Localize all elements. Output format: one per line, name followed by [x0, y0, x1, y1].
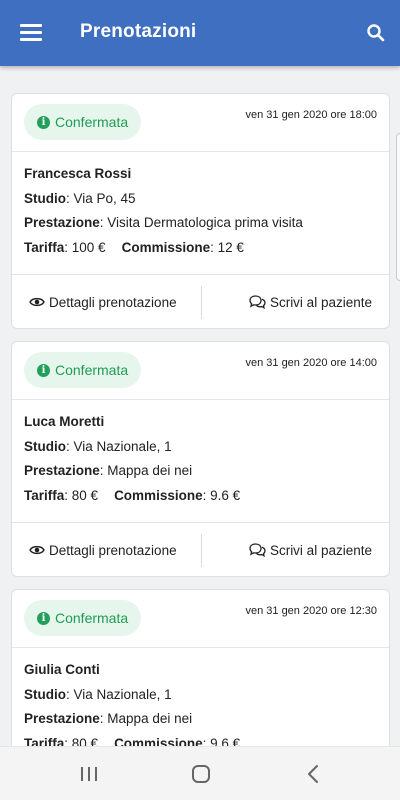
patient-name: Giulia Conti [24, 662, 100, 677]
booking-card: i Confermata ven 31 gen 2020 ore 18:00 F… [11, 93, 390, 329]
studio-label: Studio [24, 438, 66, 454]
details-button-label: Dettagli prenotazione [49, 542, 177, 558]
booking-card: i Confermata ven 31 gen 2020 ore 14:00 L… [11, 341, 390, 577]
booking-card-header: i Confermata ven 31 gen 2020 ore 12:30 [12, 590, 389, 648]
price-row: Tariffa: 80 € Commissione: 9.6 € [24, 732, 379, 747]
booking-card-header: i Confermata ven 31 gen 2020 ore 14:00 [12, 342, 389, 400]
commissione-label: Commissione [114, 735, 203, 747]
details-button[interactable]: Dettagli prenotazione [29, 285, 177, 319]
tariffa-value: 100 € [71, 239, 106, 255]
price-row: Tariffa: 100 € Commissione: 12 € [24, 239, 244, 255]
prestazione-label: Prestazione [24, 215, 100, 230]
booking-details: Luca Moretti Studio: Via Nazionale, 1 Pr… [24, 410, 379, 508]
prestazione-label: Prestazione [24, 463, 100, 478]
studio-value: Via Po, 45 [73, 190, 136, 206]
message-patient-button[interactable]: Scrivi al paziente [249, 285, 372, 319]
eye-icon [29, 545, 45, 555]
booking-details: Giulia Conti Studio: Via Nazionale, 1 Pr… [24, 658, 379, 746]
status-badge: i Confermata [24, 352, 142, 388]
info-icon: i [37, 363, 50, 377]
studio-value: Via Nazionale, 1 [73, 438, 172, 454]
app-bar: Prenotazioni [0, 0, 400, 66]
commissione-label: Commissione [114, 487, 203, 503]
studio-row: Studio: Via Nazionale, 1 [24, 438, 172, 454]
details-button-label: Dettagli prenotazione [49, 294, 177, 310]
home-icon[interactable] [189, 762, 213, 786]
studio-label: Studio [24, 190, 66, 206]
patient-name: Luca Moretti [24, 414, 105, 429]
commissione-label: Commissione [121, 239, 211, 255]
booking-datetime: ven 31 gen 2020 ore 12:30 [245, 605, 377, 617]
prestazione-value: Mappa dei nei [107, 463, 193, 478]
details-button[interactable]: Dettagli prenotazione [29, 533, 177, 567]
hamburger-menu-icon[interactable] [20, 24, 42, 42]
booking-card-header: i Confermata ven 31 gen 2020 ore 18:00 [12, 94, 389, 152]
message-button-label: Scrivi al paziente [269, 542, 372, 558]
back-icon[interactable] [302, 762, 326, 786]
booking-card-actions: Dettagli prenotazione Scrivi al paziente [12, 274, 389, 330]
tariffa-label: Tariffa [24, 487, 65, 503]
booking-card: i Confermata ven 31 gen 2020 ore 12:30 G… [11, 589, 390, 746]
page-title: Prenotazioni [80, 21, 197, 42]
status-label: Confermata [55, 610, 129, 626]
tariffa-value: 80 € [71, 487, 99, 503]
eye-icon [29, 297, 45, 307]
price-row: Tariffa: 80 € Commissione: 9.6 € [24, 487, 241, 503]
prestazione-value: Visita Dermatologica prima visita [107, 215, 303, 230]
prestazione-value: Mappa dei nei [107, 711, 193, 726]
booking-datetime: ven 31 gen 2020 ore 18:00 [245, 109, 377, 121]
info-icon: i [37, 115, 50, 129]
status-label: Confermata [55, 362, 129, 378]
booking-card-actions: Dettagli prenotazione Scrivi al paziente [12, 522, 389, 578]
prestazione-label: Prestazione [24, 711, 100, 726]
prestazione-row: Prestazione: Mappa dei nei [24, 463, 193, 478]
message-button-label: Scrivi al paziente [269, 294, 372, 310]
action-divider [201, 286, 202, 319]
commissione-value: 9.6 € [210, 735, 241, 747]
studio-label: Studio [24, 686, 66, 702]
tariffa-label: Tariffa [24, 735, 65, 747]
booking-details: Francesca Rossi Studio: Via Po, 45 Prest… [24, 162, 379, 260]
patient-name: Francesca Rossi [24, 166, 132, 181]
commissione-value: 12 € [217, 239, 244, 255]
studio-row: Studio: Via Po, 45 [24, 190, 136, 206]
studio-row: Studio: Via Nazionale, 1 [24, 686, 172, 702]
status-badge: i Confermata [24, 104, 142, 140]
tariffa-label: Tariffa [24, 239, 65, 255]
recents-icon[interactable] [77, 762, 101, 786]
status-label: Confermata [55, 114, 129, 130]
prestazione-row: Prestazione: Visita Dermatologica prima … [24, 215, 303, 230]
info-icon: i [37, 611, 50, 625]
system-navigation-bar [0, 746, 400, 800]
chat-bubbles-icon [249, 295, 266, 309]
booking-list[interactable]: i Confermata ven 31 gen 2020 ore 18:00 F… [0, 66, 400, 746]
chat-bubbles-icon [249, 543, 266, 557]
prestazione-row: Prestazione: Mappa dei nei [24, 711, 193, 726]
studio-value: Via Nazionale, 1 [73, 686, 172, 702]
action-divider [201, 534, 202, 567]
side-panel-handle[interactable] [396, 133, 400, 281]
message-patient-button[interactable]: Scrivi al paziente [249, 533, 372, 567]
search-icon[interactable] [366, 23, 386, 43]
tariffa-value: 80 € [71, 735, 99, 747]
status-badge: i Confermata [24, 600, 142, 636]
booking-datetime: ven 31 gen 2020 ore 14:00 [245, 357, 377, 369]
commissione-value: 9.6 € [210, 487, 241, 503]
